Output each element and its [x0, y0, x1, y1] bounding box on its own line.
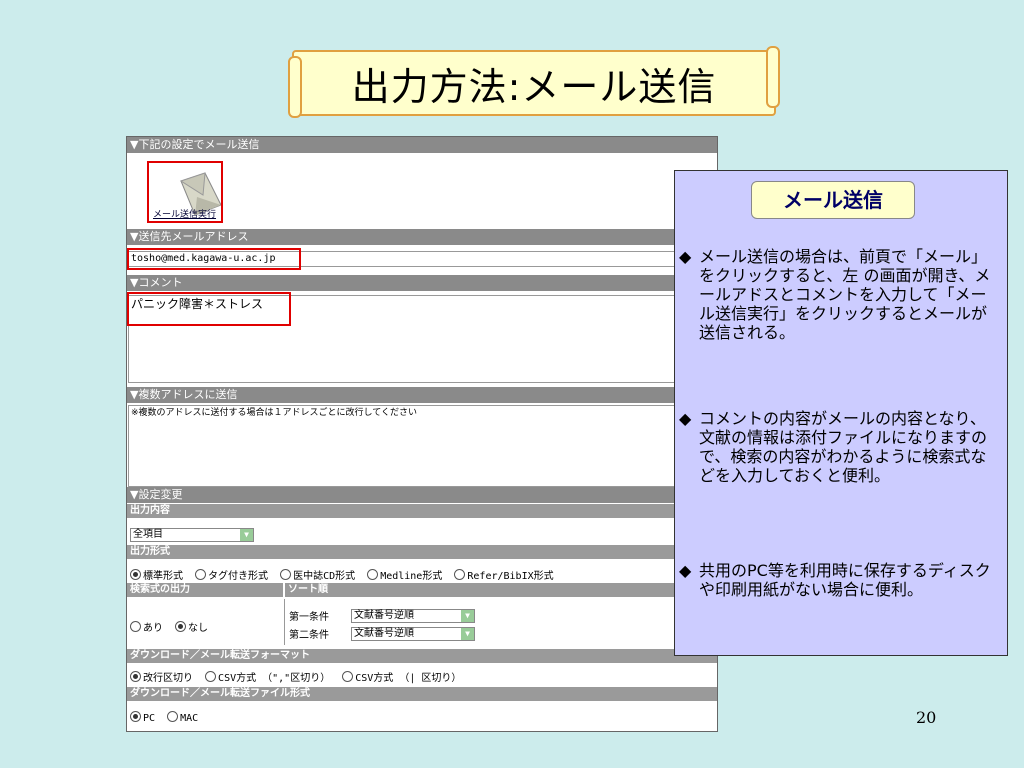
sort2-value: 文献番号逆順: [354, 628, 414, 639]
sort2-select[interactable]: 文献番号逆順 ▼: [351, 627, 475, 641]
radio-icon: [280, 569, 292, 580]
section-send-header: ▼下記の設定でメール送信: [127, 137, 717, 153]
bullet-icon: ◆: [679, 561, 692, 580]
radio-icon: [130, 569, 141, 580]
download-format-option[interactable]: 改行区切り: [130, 671, 193, 684]
radio-icon: [130, 621, 141, 632]
radio-icon: [195, 569, 207, 580]
sort-order-label: ソート順: [285, 583, 717, 597]
radio-icon: [175, 621, 187, 632]
search-output-label: 検索式の出力: [127, 583, 283, 597]
radio-icon: [454, 569, 466, 580]
radio-icon: [130, 671, 141, 682]
sort1-select[interactable]: 文献番号逆順 ▼: [351, 609, 475, 623]
section-address-header: ▼送信先メールアドレス: [127, 229, 717, 245]
download-format-option[interactable]: CSV方式 （","区切り）: [205, 671, 330, 684]
sort1-value: 文献番号逆順: [354, 610, 414, 621]
scroll-curl-left: [288, 56, 302, 118]
chevron-down-icon: ▼: [461, 610, 474, 622]
radio-icon: [167, 711, 179, 722]
download-file-label: ダウンロード／メール転送ファイル形式: [127, 687, 717, 701]
radio-icon: [205, 671, 217, 682]
section-multi-header: ▼複数アドレスに送信: [127, 387, 717, 403]
search-output-option[interactable]: あり: [130, 621, 163, 634]
paragraph-text: 共用のPC等を利用時に保存するディスクや印刷用紙がない場合に便利。: [699, 561, 991, 599]
slide-title: 出力方法:メール送信: [351, 64, 717, 109]
radio-icon: [367, 569, 379, 580]
format-option[interactable]: タグ付き形式: [195, 569, 268, 582]
explanation-paragraph-2: ◆ コメントの内容がメールの内容となり、文献の情報は添付ファイルになりますので、検…: [679, 409, 999, 485]
file-format-option[interactable]: PC: [130, 711, 155, 724]
paragraph-text: コメントの内容がメールの内容となり、文献の情報は添付ファイルになりますので、検索…: [699, 409, 988, 485]
format-option[interactable]: 医中誌CD形式: [280, 569, 355, 582]
slide-number: 20: [916, 708, 937, 727]
highlight-comment: [127, 292, 291, 326]
sort1-label: 第一条件: [289, 612, 329, 623]
format-option[interactable]: 標準形式: [130, 569, 183, 582]
download-format-option[interactable]: CSV方式 （| 区切り）: [342, 671, 461, 684]
scroll-curl-right: [766, 46, 780, 108]
format-option[interactable]: Refer/BibIX形式: [454, 569, 554, 582]
section-comment-header: ▼コメント: [127, 275, 717, 291]
output-format-label: 出力形式: [127, 545, 717, 559]
output-format-radios: 標準形式 タグ付き形式 医中誌CD形式 Medline形式 Refer/BibI…: [130, 569, 554, 584]
file-format-radios: PC MAC: [130, 711, 198, 726]
chevron-down-icon: ▼: [240, 529, 253, 541]
explanation-heading: メール送信: [751, 181, 915, 219]
bullet-icon: ◆: [679, 409, 692, 428]
format-option[interactable]: Medline形式: [367, 569, 442, 582]
output-content-label: 出力内容: [127, 504, 717, 518]
explanation-paragraph-1: ◆ メール送信の場合は、前頁で「メール」をクリックすると、左 の画面が開き、メール…: [679, 247, 999, 342]
search-output-radios: あり なし: [130, 621, 208, 636]
slide-title-banner: 出力方法:メール送信: [288, 46, 780, 118]
output-content-value: 全項目: [133, 529, 163, 540]
explanation-paragraph-3: ◆ 共用のPC等を利用時に保存するディスクや印刷用紙がない場合に便利。: [679, 561, 999, 599]
highlight-address: [127, 248, 301, 270]
radio-icon: [342, 671, 354, 682]
highlight-send-button: [147, 161, 223, 223]
download-format-radios: 改行区切り CSV方式 （","区切り） CSV方式 （| 区切り）: [130, 671, 461, 686]
explanation-box: メール送信 ◆ メール送信の場合は、前頁で「メール」をクリックすると、左 の画面が…: [674, 170, 1008, 656]
bullet-icon: ◆: [679, 247, 692, 266]
sort2-label: 第二条件: [289, 630, 329, 641]
divider: [284, 599, 285, 645]
download-format-label: ダウンロード／メール転送フォーマット: [127, 649, 717, 663]
search-output-option[interactable]: なし: [175, 621, 208, 634]
chevron-down-icon: ▼: [461, 628, 474, 640]
file-format-option[interactable]: MAC: [167, 711, 198, 724]
mail-settings-screen: ▼下記の設定でメール送信 メール送信実行 ▼送信先メールアドレス tosho@m…: [126, 136, 718, 732]
output-content-select[interactable]: 全項目 ▼: [130, 528, 254, 542]
multi-address-textarea[interactable]: ※複数のアドレスに送付する場合は１アドレスごとに改行してください: [128, 405, 716, 487]
paragraph-text: メール送信の場合は、前頁で「メール」をクリックすると、左 の画面が開き、メールア…: [699, 247, 991, 342]
multi-address-note: ※複数のアドレスに送付する場合は１アドレスごとに改行してください: [131, 408, 418, 418]
section-settings-header: ▼設定変更: [127, 487, 717, 503]
radio-icon: [130, 711, 141, 722]
